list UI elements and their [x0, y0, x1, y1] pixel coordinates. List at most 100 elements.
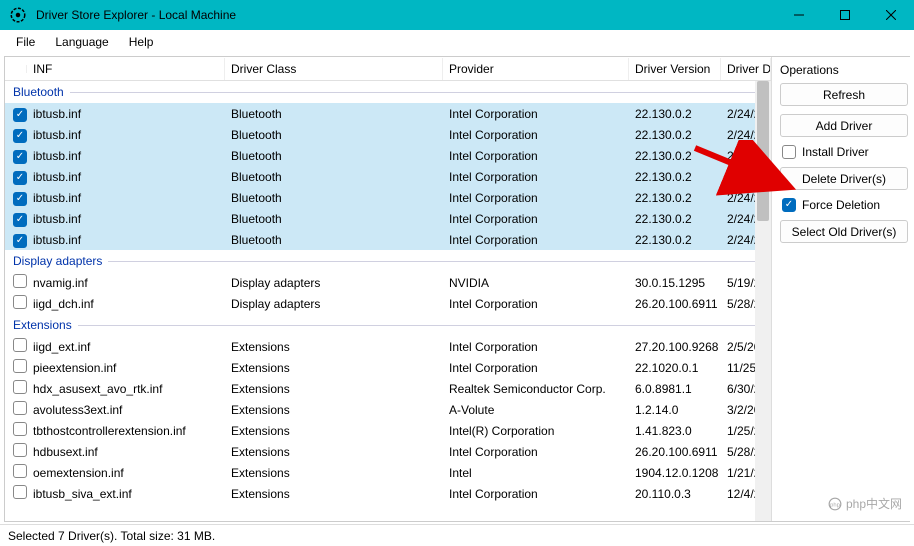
row-checkbox[interactable] [13, 485, 27, 499]
table-row[interactable]: ibtusb.infBluetoothIntel Corporation22.1… [5, 145, 771, 166]
table-row[interactable]: ibtusb.infBluetoothIntel Corporation22.1… [5, 103, 771, 124]
table-row[interactable]: ibtusb.infBluetoothIntel Corporation22.1… [5, 229, 771, 250]
cell-inf: ibtusb.inf [27, 168, 225, 186]
row-checkbox[interactable] [13, 380, 27, 394]
install-driver-checkbox[interactable]: Install Driver [780, 145, 908, 159]
cell-provider: Intel Corporation [443, 338, 629, 356]
cell-provider: NVIDIA [443, 274, 629, 292]
table-row[interactable]: avolutess3ext.infExtensionsA-Volute1.2.1… [5, 399, 771, 420]
scroll-thumb[interactable] [757, 81, 769, 221]
table-row[interactable]: ibtusb.infBluetoothIntel Corporation22.1… [5, 208, 771, 229]
cell-class: Extensions [225, 485, 443, 503]
menu-language[interactable]: Language [45, 32, 118, 52]
row-checkbox[interactable] [13, 422, 27, 436]
cell-inf: ibtusb.inf [27, 105, 225, 123]
row-checkbox[interactable] [13, 359, 27, 373]
group-name: Bluetooth [13, 85, 64, 99]
force-deletion-checkbox[interactable]: Force Deletion [780, 198, 908, 212]
table-row[interactable]: hdbusext.infExtensionsIntel Corporation2… [5, 441, 771, 462]
select-old-drivers-button[interactable]: Select Old Driver(s) [780, 220, 908, 243]
group-header[interactable]: Extensions [5, 314, 771, 336]
cell-provider: Intel Corporation [443, 210, 629, 228]
cell-inf: ibtusb.inf [27, 126, 225, 144]
cell-version: 22.130.0.2 [629, 126, 721, 144]
cell-version: 22.130.0.2 [629, 210, 721, 228]
scrollbar[interactable] [755, 81, 771, 521]
cell-inf: avolutess3ext.inf [27, 401, 225, 419]
group-header[interactable]: Bluetooth [5, 81, 771, 103]
cell-inf: ibtusb_siva_ext.inf [27, 485, 225, 503]
checkbox-icon [782, 198, 796, 212]
col-version[interactable]: Driver Version [629, 58, 721, 80]
cell-version: 6.0.8981.1 [629, 380, 721, 398]
table-row[interactable]: ibtusb_siva_ext.infExtensionsIntel Corpo… [5, 483, 771, 504]
menu-help[interactable]: Help [119, 32, 164, 52]
row-checkbox[interactable] [13, 443, 27, 457]
cell-provider: Intel Corporation [443, 105, 629, 123]
row-checkbox[interactable] [13, 129, 27, 143]
statusbar: Selected 7 Driver(s). Total size: 31 MB. [0, 524, 914, 546]
table-row[interactable]: ibtusb.infBluetoothIntel Corporation22.1… [5, 166, 771, 187]
row-checkbox[interactable] [13, 295, 27, 309]
table-row[interactable]: ibtusb.infBluetoothIntel Corporation22.1… [5, 124, 771, 145]
row-checkbox[interactable] [13, 338, 27, 352]
group-header[interactable]: Display adapters [5, 250, 771, 272]
col-provider[interactable]: Provider [443, 58, 629, 80]
cell-inf: hdbusext.inf [27, 443, 225, 461]
cell-provider: Intel Corporation [443, 443, 629, 461]
menu-file[interactable]: File [6, 32, 45, 52]
row-checkbox[interactable] [13, 171, 27, 185]
table-row[interactable]: oemextension.infExtensionsIntel1904.12.0… [5, 462, 771, 483]
minimize-button[interactable] [776, 0, 822, 30]
table-row[interactable]: hdx_asusext_avo_rtk.infExtensionsRealtek… [5, 378, 771, 399]
cell-version: 27.20.100.9268 [629, 338, 721, 356]
table-row[interactable]: iigd_dch.infDisplay adaptersIntel Corpor… [5, 293, 771, 314]
row-checkbox[interactable] [13, 234, 27, 248]
status-text: Selected 7 Driver(s). Total size: 31 MB. [8, 529, 215, 543]
row-checkbox[interactable] [13, 108, 27, 122]
col-class[interactable]: Driver Class [225, 58, 443, 80]
cell-class: Bluetooth [225, 105, 443, 123]
row-checkbox[interactable] [13, 274, 27, 288]
table-row[interactable]: tbthostcontrollerextension.infExtensions… [5, 420, 771, 441]
close-button[interactable] [868, 0, 914, 30]
cell-version: 22.130.0.2 [629, 147, 721, 165]
cell-provider: A-Volute [443, 401, 629, 419]
cell-version: 30.0.15.1295 [629, 274, 721, 292]
row-checkbox[interactable] [13, 401, 27, 415]
row-checkbox[interactable] [13, 192, 27, 206]
cell-inf: pieextension.inf [27, 359, 225, 377]
maximize-button[interactable] [822, 0, 868, 30]
group-name: Display adapters [13, 254, 102, 268]
cell-version: 22.130.0.2 [629, 168, 721, 186]
cell-provider: Intel Corporation [443, 168, 629, 186]
table-row[interactable]: pieextension.infExtensionsIntel Corporat… [5, 357, 771, 378]
checkbox-icon [782, 145, 796, 159]
refresh-button[interactable]: Refresh [780, 83, 908, 106]
cell-provider: Intel Corporation [443, 126, 629, 144]
cell-inf: nvamig.inf [27, 274, 225, 292]
cell-provider: Intel Corporation [443, 231, 629, 249]
cell-class: Extensions [225, 338, 443, 356]
table-row[interactable]: nvamig.infDisplay adaptersNVIDIA30.0.15.… [5, 272, 771, 293]
row-checkbox[interactable] [13, 213, 27, 227]
cell-version: 26.20.100.6911 [629, 443, 721, 461]
add-driver-button[interactable]: Add Driver [780, 114, 908, 137]
cell-class: Bluetooth [225, 189, 443, 207]
col-inf[interactable]: INF [27, 58, 225, 80]
table-row[interactable]: iigd_ext.infExtensionsIntel Corporation2… [5, 336, 771, 357]
cell-inf: ibtusb.inf [27, 147, 225, 165]
group-name: Extensions [13, 318, 72, 332]
cell-class: Bluetooth [225, 147, 443, 165]
cell-version: 1.2.14.0 [629, 401, 721, 419]
window-title: Driver Store Explorer - Local Machine [36, 8, 776, 22]
row-checkbox[interactable] [13, 150, 27, 164]
cell-class: Extensions [225, 401, 443, 419]
cell-inf: iigd_ext.inf [27, 338, 225, 356]
cell-class: Extensions [225, 443, 443, 461]
table-row[interactable]: ibtusb.infBluetoothIntel Corporation22.1… [5, 187, 771, 208]
col-date[interactable]: Driver D [721, 58, 771, 80]
cell-class: Display adapters [225, 295, 443, 313]
delete-drivers-button[interactable]: Delete Driver(s) [780, 167, 908, 190]
row-checkbox[interactable] [13, 464, 27, 478]
